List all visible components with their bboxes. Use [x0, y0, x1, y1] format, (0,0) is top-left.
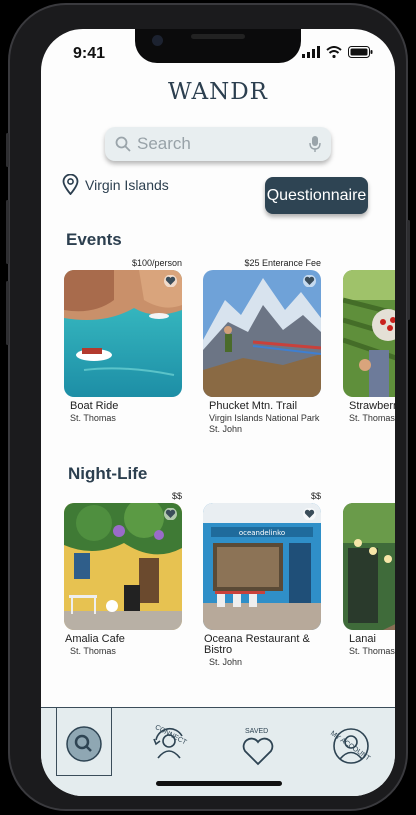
location-pin-icon	[62, 174, 79, 195]
card-subtitle: St. Thomas	[349, 413, 395, 423]
tab-label: SAVED	[245, 728, 269, 735]
heart-icon[interactable]	[164, 275, 177, 287]
card-price: $$	[310, 491, 321, 501]
shop-sign-text: oceandelinko	[239, 529, 285, 537]
card-subtitle: St. John	[209, 424, 243, 434]
tab-search[interactable]	[56, 708, 112, 776]
card-price: $100/person	[131, 258, 182, 268]
card-name: Oceana Restaurant & Bistro	[204, 633, 310, 656]
card-image: oceandelinko	[203, 503, 321, 630]
card-price: $$	[171, 491, 182, 501]
card-name: Lanai	[349, 633, 376, 645]
phone-frame: 9:41 WANDR Search Virgin Islands Questio…	[6, 3, 410, 811]
card-subtitle: St. Thomas	[70, 413, 116, 423]
card-subtitle: St. Thomas	[349, 646, 395, 656]
nightlife-title: Night-Life	[68, 464, 148, 483]
notch	[135, 29, 301, 63]
battery-icon	[348, 46, 373, 58]
heart-icon[interactable]	[303, 508, 316, 520]
tab-saved[interactable]: SAVED	[229, 708, 289, 778]
power-button	[407, 220, 410, 320]
tab-connect[interactable]: CONNECT	[145, 708, 205, 778]
signal-icon	[302, 46, 320, 58]
volume-up-button	[6, 200, 9, 264]
camera	[152, 35, 163, 46]
home-indicator	[156, 781, 282, 786]
search-icon	[115, 136, 131, 152]
heart-icon[interactable]	[303, 275, 316, 287]
card-name: Strawberry	[349, 400, 395, 412]
card-subtitle: Virgin Islands National Park	[209, 413, 320, 423]
status-time: 9:41	[73, 45, 106, 62]
card-image	[343, 270, 395, 397]
app-logo: WANDR	[168, 79, 268, 105]
card-price: $25 Enterance Fee	[244, 258, 321, 268]
mute-switch	[6, 133, 9, 167]
card-name: Boat Ride	[70, 400, 119, 412]
card-image	[203, 270, 321, 397]
location-name: Virgin Islands	[85, 176, 169, 193]
wifi-icon	[326, 46, 342, 58]
search-bar[interactable]: Search	[105, 127, 331, 161]
card-subtitle: St. John	[209, 657, 243, 667]
events-title: Events	[66, 230, 122, 249]
speaker	[191, 34, 245, 39]
status-icons	[302, 46, 373, 58]
screen: 9:41 WANDR Search Virgin Islands Questio…	[41, 29, 395, 796]
location-selector[interactable]: Virgin Islands	[62, 174, 169, 195]
tab-my-account[interactable]: MY ACCOUNT	[325, 708, 385, 778]
search-placeholder[interactable]: Search	[137, 134, 309, 154]
card-name: Amalia Cafe	[65, 633, 125, 645]
search-tab-icon	[66, 726, 102, 762]
volume-down-button	[6, 281, 9, 345]
card-image	[64, 503, 182, 630]
saved-heart-icon	[242, 737, 274, 766]
mic-icon[interactable]	[309, 135, 321, 153]
card-image	[64, 270, 182, 397]
card-subtitle: St. Thomas	[70, 646, 116, 656]
card-name: Phucket Mtn. Trail	[209, 400, 298, 412]
questionnaire-button[interactable]: Questionnaire	[265, 177, 368, 214]
heart-icon[interactable]	[164, 508, 177, 520]
card-image	[343, 503, 395, 630]
